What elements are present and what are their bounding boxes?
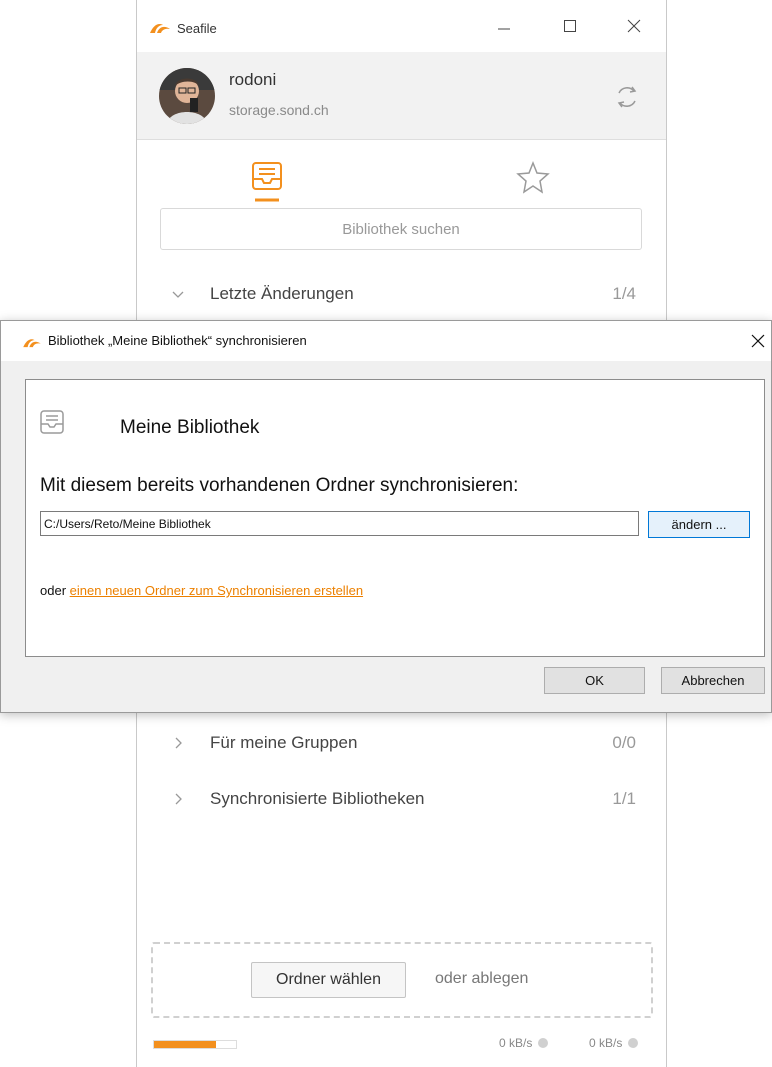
section-count: 0/0 [612,733,636,752]
drop-hint: oder ablegen [435,970,529,987]
ok-button[interactable]: OK [544,667,645,694]
section-synced[interactable]: Synchronisierte Bibliotheken 1/1 [137,787,666,817]
download-speed-value: 0 kB/s [589,1036,623,1050]
maximize-icon [564,20,576,32]
upload-speed: 0 kB/s [499,1036,549,1050]
change-folder-button[interactable]: ändern ... [648,511,750,538]
chevron-right-icon [175,737,182,749]
dialog-title: Bibliothek „Meine Bibliothek“ synchronis… [48,333,307,348]
section-count: 1/4 [612,284,636,303]
dialog-content-panel: Meine Bibliothek Mit diesem bereits vorh… [25,379,765,657]
create-folder-line: oder einen neuen Ordner zum Synchronisie… [40,583,363,598]
avatar[interactable] [159,68,215,124]
folder-path-input[interactable] [40,511,639,536]
minimize-button[interactable] [490,14,518,38]
section-label: Für meine Gruppen [210,733,358,752]
seafile-logo-icon [150,23,170,33]
chevron-down-icon [172,291,184,298]
or-prefix: oder [40,583,67,598]
choose-folder-button[interactable]: Ordner wählen [251,962,406,998]
section-recent[interactable]: Letzte Änderungen 1/4 [137,282,666,312]
minimize-icon [498,28,510,30]
library-tray-icon[interactable] [249,160,289,204]
upload-arrow-icon [538,1038,549,1048]
chevron-right-icon [175,793,182,805]
dialog-titlebar: Bibliothek „Meine Bibliothek“ synchronis… [1,321,771,361]
section-label: Letzte Änderungen [210,284,354,303]
library-tray-icon [40,410,64,434]
create-new-folder-link[interactable]: einen neuen Ordner zum Synchronisieren e… [70,583,363,598]
drop-zone[interactable]: Ordner wählen oder ablegen [151,942,653,1018]
close-button[interactable] [620,14,648,38]
window-titlebar: Seafile [137,0,666,52]
progress-fill [154,1041,216,1048]
download-arrow-icon [628,1038,639,1048]
section-label: Synchronisierte Bibliotheken [210,789,425,808]
library-name: Meine Bibliothek [120,417,260,438]
transfer-progress-bar [153,1040,237,1049]
seafile-logo-icon [23,339,41,348]
cancel-button[interactable]: Abbrechen [661,667,765,694]
maximize-button[interactable] [556,14,584,38]
sync-question: Mit diesem bereits vorhandenen Ordner sy… [40,475,519,496]
close-icon[interactable] [748,331,768,351]
star-icon[interactable] [515,160,551,196]
account-panel[interactable]: rodoni storage.sond.ch [137,52,666,140]
account-name: rodoni [229,70,277,89]
section-groups[interactable]: Für meine Gruppen 0/0 [137,731,666,761]
refresh-icon[interactable] [612,82,642,112]
close-icon [627,19,641,33]
sync-library-dialog: Bibliothek „Meine Bibliothek“ synchronis… [0,320,772,713]
search-input[interactable]: Bibliothek suchen [160,208,642,250]
upload-speed-value: 0 kB/s [499,1036,533,1050]
section-count: 1/1 [612,789,636,808]
window-title: Seafile [177,21,217,36]
download-speed: 0 kB/s [589,1036,639,1050]
account-server: storage.sond.ch [229,102,329,118]
